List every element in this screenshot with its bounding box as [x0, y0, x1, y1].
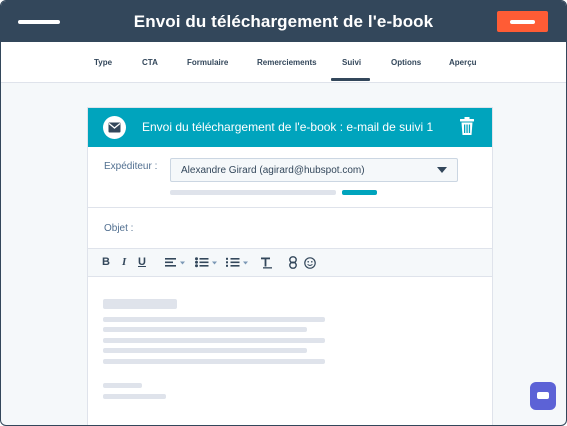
- link-icon[interactable]: [289, 256, 297, 274]
- body-placeholder-line: [103, 317, 325, 322]
- bold-button[interactable]: B: [102, 256, 110, 268]
- tab-formulaire[interactable]: Formulaire: [187, 58, 228, 67]
- body-placeholder-heading: [103, 299, 177, 309]
- editor-toolbar: B I U: [88, 248, 492, 277]
- sender-placeholder-link[interactable]: [342, 190, 377, 195]
- app-frame: Envoi du téléchargement de l'e-book Type…: [0, 0, 567, 426]
- tab-cta[interactable]: CTA: [142, 58, 158, 67]
- card-header: Envoi du téléchargement de l'e-book : e-…: [88, 108, 492, 147]
- page-title: Envoi du téléchargement de l'e-book: [133, 12, 434, 31]
- subject-label: Objet :: [104, 223, 134, 234]
- button-label-placeholder: [510, 20, 535, 24]
- tab-apercu[interactable]: Aperçu: [449, 58, 477, 67]
- numbered-list-icon[interactable]: [226, 256, 250, 274]
- tab-type[interactable]: Type: [94, 58, 112, 67]
- chevron-down-icon: [437, 167, 447, 173]
- sender-placeholder-text: [170, 190, 336, 195]
- active-tab-indicator: [331, 78, 370, 81]
- trash-icon[interactable]: [460, 117, 474, 140]
- tab-bar: Type CTA Formulaire Remerciements Suivi …: [1, 42, 566, 83]
- sender-dropdown[interactable]: Alexandre Girard (agirard@hubspot.com): [170, 158, 458, 182]
- top-bar: Envoi du téléchargement de l'e-book: [1, 1, 566, 42]
- body-placeholder-line: [103, 338, 325, 343]
- mail-icon: [103, 116, 126, 139]
- tab-options[interactable]: Options: [391, 58, 421, 67]
- card-title: Envoi du téléchargement de l'e-book : e-…: [142, 120, 434, 134]
- body-placeholder-line: [103, 348, 307, 353]
- italic-button[interactable]: I: [122, 256, 126, 268]
- bulleted-list-icon[interactable]: [195, 256, 219, 274]
- primary-action-button[interactable]: [497, 11, 548, 32]
- underline-button[interactable]: U: [138, 256, 146, 268]
- tab-remerciements[interactable]: Remerciements: [257, 58, 317, 67]
- body-placeholder-line: [103, 394, 166, 399]
- email-card: Envoi du téléchargement de l'e-book : e-…: [87, 107, 493, 425]
- body-placeholder-line: [103, 359, 325, 364]
- divider: [88, 207, 492, 208]
- sender-label: Expéditeur :: [104, 161, 158, 172]
- body-placeholder-line: [103, 383, 142, 388]
- emoji-icon[interactable]: [304, 256, 316, 274]
- chat-icon: [537, 392, 549, 399]
- sender-value: Alexandre Girard (agirard@hubspot.com): [181, 165, 365, 176]
- align-icon[interactable]: [165, 256, 187, 274]
- clear-formatting-icon[interactable]: [261, 256, 273, 274]
- body-placeholder-line: [103, 327, 307, 332]
- tab-suivi[interactable]: Suivi: [342, 58, 361, 67]
- chat-widget-button[interactable]: [530, 382, 556, 410]
